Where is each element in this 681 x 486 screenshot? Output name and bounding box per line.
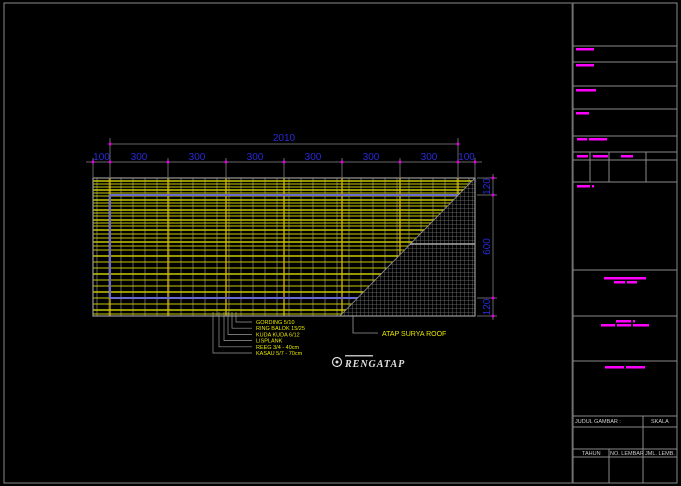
height-dimension-label: 600 [482, 238, 493, 255]
jml-lemb-label: JML. LEMB. [645, 451, 675, 457]
placeholder-text [577, 138, 587, 141]
segment-dimension-label: 100 [93, 152, 110, 163]
title-block-labels: JUDUL GAMBAR : SKALA TAHUN NO. LEMBAR JM… [575, 419, 675, 457]
cad-drawing: JUDUL GAMBAR : SKALA TAHUN NO. LEMBAR JM… [3, 2, 678, 484]
placeholder-text [621, 155, 633, 158]
overall-width-label: 2010 [273, 133, 296, 144]
placeholder-text [576, 112, 589, 115]
tahun-label: TAHUN [582, 451, 601, 457]
leader-line [227, 312, 252, 335]
placeholder-text [592, 185, 594, 188]
member-label: REEG 3/4 - 40cm [256, 345, 300, 351]
member-label: GORDING 5/10 [256, 320, 295, 326]
dim-point [108, 142, 112, 146]
member-label: KASAU 5/7 - 70cm [256, 351, 303, 357]
segment-dimension-label: 300 [247, 152, 264, 163]
leader-line [235, 312, 252, 323]
company-logo: RENGATAP [331, 355, 405, 370]
height-dimension-label: 120 [482, 178, 493, 195]
segment-dimension-label: 300 [421, 152, 438, 163]
placeholder-text [589, 138, 607, 141]
height-dimension-label: 120 [482, 298, 493, 315]
roof-label-group: ATAP SURYA ROOF [352, 316, 446, 338]
title-block-placeholders [576, 48, 649, 369]
dim-point [398, 160, 402, 164]
segment-dimension-label: 100 [458, 152, 475, 163]
placeholder-text [605, 366, 624, 369]
placeholder-text [604, 277, 646, 280]
placeholder-text [593, 155, 608, 158]
placeholder-text [576, 48, 594, 51]
placeholder-text [576, 64, 594, 67]
dim-point [456, 142, 460, 146]
member-label: LISPLANK [256, 339, 283, 345]
placeholder-text [577, 185, 590, 188]
skala-label: SKALA [651, 419, 669, 425]
dim-point [282, 160, 286, 164]
roof-cover-hatch [339, 177, 476, 317]
placeholder-text [577, 155, 588, 158]
dim-point [224, 160, 228, 164]
no-lembar-label: NO. LEMBAR [610, 451, 644, 457]
member-label: RING BALOK 15/25 [256, 326, 305, 332]
sheet-frame [3, 2, 678, 484]
dim-point [166, 160, 170, 164]
placeholder-text [616, 320, 631, 323]
segment-dimension-label: 300 [305, 152, 322, 163]
placeholder-text [614, 281, 625, 284]
segment-dimension-label: 300 [363, 152, 380, 163]
member-label: KUDA KUDA 6/12 [256, 332, 300, 338]
logo-text: RENGATAP [344, 359, 405, 370]
segment-dimension-label: 300 [189, 152, 206, 163]
placeholder-text [617, 324, 631, 327]
placeholder-text [576, 89, 596, 92]
placeholder-text [601, 324, 615, 327]
member-labels: GORDING 5/10RING BALOK 15/25KUDA KUDA 6/… [212, 312, 305, 357]
placeholder-text [633, 324, 649, 327]
placeholder-text [627, 281, 637, 284]
judul-gambar-label: JUDUL GAMBAR : [575, 419, 621, 425]
placeholder-text [633, 320, 635, 323]
roof-label: ATAP SURYA ROOF [382, 331, 446, 338]
placeholder-text [626, 366, 645, 369]
roof-plan [92, 177, 476, 317]
segment-dimension-label: 300 [131, 152, 148, 163]
dim-point [340, 160, 344, 164]
